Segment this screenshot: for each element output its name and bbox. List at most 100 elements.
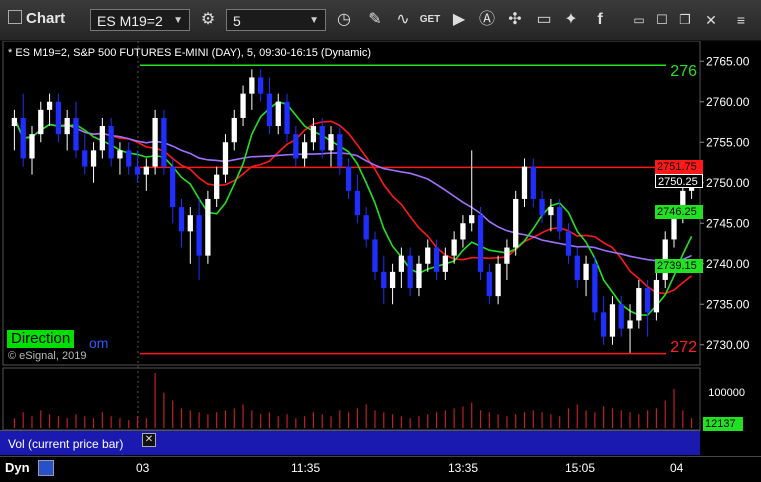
symbol-select[interactable]: ES M19=2 ▼ <box>90 9 190 31</box>
candle-body <box>170 166 176 208</box>
moving-average-line <box>13 100 693 316</box>
candle-body <box>644 288 651 313</box>
candle-body <box>328 134 334 151</box>
candle-body <box>609 304 616 337</box>
candle-body <box>477 215 484 272</box>
candle-body <box>495 263 501 297</box>
studies-icon[interactable]: ∿ <box>392 9 414 31</box>
dynamic-mode[interactable]: Dyn <box>5 460 30 475</box>
candle-body <box>222 142 229 175</box>
candle-body <box>442 255 448 272</box>
link-icon[interactable]: ✣ <box>504 9 526 31</box>
x-tick-1: 11:35 <box>291 461 321 475</box>
maximize-icon[interactable]: ☐ <box>651 9 673 31</box>
candle-body <box>284 101 290 135</box>
candle-body <box>319 126 325 151</box>
play-icon[interactable]: ▶ <box>448 9 470 31</box>
candle-body <box>108 126 114 159</box>
price-axis: 2765.00 2760.00 2755.00 2750.00 2745.00 2740.… <box>700 54 750 352</box>
candle-body <box>126 150 132 167</box>
chevron-down-icon: ▼ <box>173 15 183 26</box>
candle-body <box>275 101 281 127</box>
pencil-icon[interactable]: ✎ <box>364 9 386 31</box>
comment-icon[interactable]: ▭ <box>533 9 555 31</box>
level-bottom-label: 272 <box>668 339 699 356</box>
volume-label: Vol (current price bar) <box>8 437 124 451</box>
candle-body <box>627 320 633 329</box>
x-tick-2: 13:35 <box>448 461 479 475</box>
price-box-red: 2751.75 <box>655 160 703 174</box>
candle-body <box>381 271 387 289</box>
candle-body <box>196 215 202 256</box>
candle-body <box>653 279 660 313</box>
candle-body <box>38 109 44 135</box>
candle-body <box>82 150 88 167</box>
candle-body <box>205 198 211 256</box>
candle-body <box>178 207 185 232</box>
calendar-icon[interactable] <box>38 460 54 476</box>
candle-body <box>372 239 378 272</box>
candle-body <box>618 304 624 329</box>
candle-body <box>29 134 35 159</box>
price-tick-label: 2750.00 <box>706 176 750 190</box>
interval-select[interactable]: 5 ▼ <box>226 9 326 31</box>
time-axis <box>0 456 761 482</box>
window-title: Chart <box>8 10 65 27</box>
settings-icon[interactable]: ⚙ <box>197 9 219 31</box>
close-study-icon[interactable]: ✕ <box>142 433 156 447</box>
candle-body <box>55 101 62 135</box>
candles <box>11 69 695 353</box>
window-menu-icon[interactable] <box>8 10 22 24</box>
candle-body <box>90 150 97 167</box>
close-icon[interactable]: ✕ <box>700 9 722 31</box>
candle-body <box>240 93 246 118</box>
minimize-icon[interactable]: ▭ <box>628 9 650 31</box>
candle-body <box>425 247 431 264</box>
menu-icon[interactable]: ≡ <box>730 9 752 31</box>
facebook-icon[interactable]: f <box>589 9 611 31</box>
window-title-label: Chart <box>26 10 66 27</box>
candle-body <box>398 255 405 272</box>
candle-body <box>469 215 475 224</box>
volume-bars <box>13 373 693 428</box>
candle-body <box>214 174 220 199</box>
x-tick-0: 03 <box>136 461 150 475</box>
candle-body <box>504 247 510 264</box>
candle-body <box>46 101 53 110</box>
candle-body <box>354 190 361 216</box>
chart-toolbar: Chart ES M19=2 ▼ ⚙ 5 ▼ ◷ ✎ ∿ GET ▶ Ⓐ ✣ ▭ ✦… <box>0 0 761 41</box>
alert-icon[interactable]: Ⓐ <box>476 9 498 31</box>
candle-body <box>416 263 422 289</box>
price-tick-label: 2745.00 <box>706 216 750 230</box>
candle-body <box>73 117 79 151</box>
price-tick-label: 2765.00 <box>706 54 750 68</box>
price-tick-label: 2755.00 <box>706 135 750 149</box>
candle-body <box>557 207 563 232</box>
candle-body <box>513 198 519 248</box>
price-tick-label: 2730.00 <box>706 338 750 352</box>
x-tick-4: 04 <box>670 461 684 475</box>
candle-body <box>161 117 167 167</box>
candle-body <box>143 166 149 175</box>
candle-body <box>433 247 440 272</box>
clock-icon[interactable]: ◷ <box>333 9 355 31</box>
twitter-icon[interactable]: ✦ <box>560 9 582 31</box>
symbol-value: ES M19=2 <box>97 13 163 29</box>
price-tick-label: 2740.00 <box>706 257 750 271</box>
candle-body <box>301 142 308 159</box>
interval-value: 5 <box>233 13 241 29</box>
candle-body <box>565 231 572 256</box>
watermark-text: om <box>89 335 109 351</box>
candle-body <box>152 117 158 167</box>
candle-body <box>601 312 607 337</box>
get-icon[interactable]: GET <box>419 9 441 31</box>
candle-body <box>134 166 141 175</box>
price-chart[interactable]: 2765.00 2760.00 2755.00 2750.00 2745.00 2740.… <box>0 41 761 456</box>
copyright: © eSignal, 2019 <box>8 350 87 362</box>
volume-last-box: 12137 <box>703 417 743 431</box>
candle-body <box>592 263 598 313</box>
restore-icon[interactable]: ❐ <box>674 9 696 31</box>
candle-body <box>99 126 105 151</box>
candle-body <box>117 150 123 159</box>
candle-body <box>460 223 466 240</box>
